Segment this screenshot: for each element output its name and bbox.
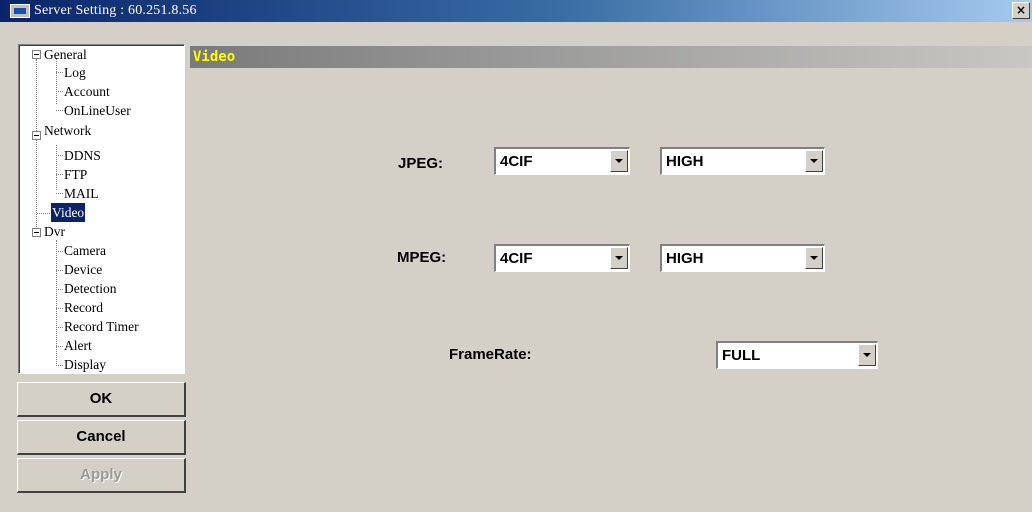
tree-item-ftp[interactable]: FTP	[63, 165, 88, 184]
jpeg-quality-value: HIGH	[666, 153, 704, 170]
mpeg-quality-select[interactable]: HIGH	[660, 244, 825, 272]
chevron-down-icon[interactable]	[610, 247, 628, 269]
ok-button[interactable]: OK	[17, 382, 186, 417]
tree-item-dvr[interactable]: Dvr	[43, 222, 66, 241]
tree-item-video[interactable]: Video	[51, 203, 86, 222]
chevron-down-icon[interactable]	[805, 150, 823, 172]
tree-item-log[interactable]: Log	[63, 63, 87, 82]
close-button[interactable]: ×	[1012, 2, 1030, 19]
chevron-down-icon[interactable]	[610, 150, 628, 172]
tree-item-mail[interactable]: MAIL	[63, 184, 100, 203]
mpeg-resolution-value: 4CIF	[500, 250, 533, 267]
mpeg-quality-value: HIGH	[666, 250, 704, 267]
framerate-select[interactable]: FULL	[716, 341, 878, 369]
tree-item-display[interactable]: Display	[63, 355, 107, 373]
jpeg-resolution-select[interactable]: 4CIF	[494, 147, 630, 175]
collapse-icon[interactable]	[32, 50, 41, 59]
tree-item-ddns[interactable]: DDNS	[63, 146, 102, 165]
app-icon	[10, 4, 30, 18]
cancel-button[interactable]: Cancel	[17, 420, 186, 455]
chevron-down-icon[interactable]	[858, 344, 876, 366]
tree-item-onlineuser[interactable]: OnLineUser	[63, 101, 132, 120]
tree-item-account[interactable]: Account	[63, 82, 111, 101]
section-header: Video	[190, 46, 1032, 68]
window-title: Server Setting : 60.251.8.56	[34, 3, 197, 18]
framerate-label: FrameRate:	[449, 346, 532, 363]
tree-item-detection[interactable]: Detection	[63, 279, 117, 298]
jpeg-resolution-value: 4CIF	[500, 153, 533, 170]
collapse-icon[interactable]	[32, 131, 41, 140]
mpeg-label: MPEG:	[397, 249, 447, 266]
apply-button[interactable]: Apply	[17, 458, 186, 493]
tree-item-general[interactable]: General	[43, 45, 88, 64]
title-bar: Server Setting : 60.251.8.56 ×	[0, 0, 1032, 22]
tree-item-record-timer[interactable]: Record Timer	[63, 317, 140, 336]
tree-item-network[interactable]: Network	[43, 121, 92, 140]
settings-tree[interactable]: General Log Account OnLineUser Network D…	[18, 44, 185, 374]
collapse-icon[interactable]	[32, 228, 41, 237]
jpeg-label: JPEG:	[398, 155, 444, 172]
tree-item-alert[interactable]: Alert	[63, 336, 93, 355]
tree-item-device[interactable]: Device	[63, 260, 103, 279]
mpeg-resolution-select[interactable]: 4CIF	[494, 244, 630, 272]
tree-item-record[interactable]: Record	[63, 298, 104, 317]
tree-item-camera[interactable]: Camera	[63, 241, 107, 260]
chevron-down-icon[interactable]	[805, 247, 823, 269]
section-title: Video	[193, 49, 236, 65]
framerate-value: FULL	[722, 347, 761, 364]
jpeg-quality-select[interactable]: HIGH	[660, 147, 825, 175]
